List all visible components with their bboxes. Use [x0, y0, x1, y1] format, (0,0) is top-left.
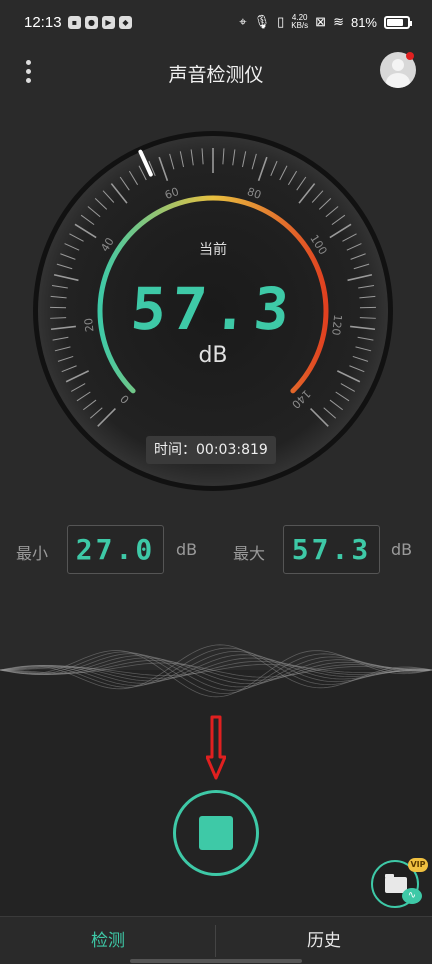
- waveform-icon: ∿: [402, 888, 422, 904]
- elapsed-time-value: 00:03:819: [196, 442, 268, 458]
- notification-icons: ▪ ● ▶ ◆: [68, 16, 132, 29]
- notification-app-icon: ◆: [119, 16, 132, 29]
- elapsed-time: 时间：00:03:819: [146, 436, 276, 464]
- network-speed: 4.20 KB/s: [291, 14, 308, 30]
- current-db-value: 57.3: [128, 275, 298, 343]
- battery-percent: 81%: [350, 14, 377, 30]
- waveform: [0, 644, 432, 698]
- max-unit: dB: [391, 540, 413, 559]
- wifi-icon: ≋: [333, 14, 344, 29]
- microphone-icon: 🎙︎: [253, 14, 271, 29]
- elapsed-time-label: 时间：: [154, 442, 196, 458]
- notification-app-icon: ●: [85, 16, 98, 29]
- status-right: ⌖ 🎙︎ ▯ 4.20 KB/s ⊠ ≋ 81%: [239, 14, 412, 30]
- min-unit: dB: [176, 540, 198, 559]
- app-header: 声音检测仪: [0, 48, 432, 98]
- battery-fill: [387, 18, 404, 26]
- max-value: 57.3: [283, 525, 380, 574]
- waveform-line: [0, 650, 432, 686]
- min-value: 27.0: [67, 525, 164, 574]
- sim-off-icon: ⊠: [315, 14, 327, 29]
- status-bar: 12:13 ▪ ● ▶ ◆ ⌖ 🎙︎ ▯ 4.20 KB/s ⊠ ≋ 81%: [0, 0, 432, 48]
- battery-icon: [384, 15, 412, 29]
- min-label: 最小: [16, 544, 49, 563]
- max-label: 最大: [233, 544, 266, 563]
- current-db-unit: dB: [198, 343, 228, 368]
- bottom-nav: 检测 历史: [0, 916, 432, 964]
- vibrate-icon: ▯: [277, 14, 285, 29]
- down-arrow-icon: [206, 715, 226, 780]
- tab-history[interactable]: 历史: [216, 917, 432, 964]
- stop-icon: [199, 816, 233, 850]
- play-icon: ▶: [102, 16, 115, 29]
- current-label: 当前: [199, 242, 227, 258]
- home-indicator: [130, 959, 302, 963]
- status-time: 12:13: [24, 14, 62, 31]
- page-title: 声音检测仪: [168, 64, 264, 86]
- notification-dot: [406, 52, 414, 60]
- stop-button[interactable]: [173, 790, 259, 876]
- notification-app-icon: ▪: [68, 16, 81, 29]
- vip-badge: VIP: [408, 858, 428, 872]
- tab-detect[interactable]: 检测: [0, 917, 216, 964]
- sound-gauge: 0 20 40 60 80 100 120 140 当前 57.3 dB 时间：00:03:8…: [32, 125, 394, 497]
- network-speed-unit: KB/s: [291, 21, 309, 30]
- location-icon: ⌖: [239, 14, 247, 29]
